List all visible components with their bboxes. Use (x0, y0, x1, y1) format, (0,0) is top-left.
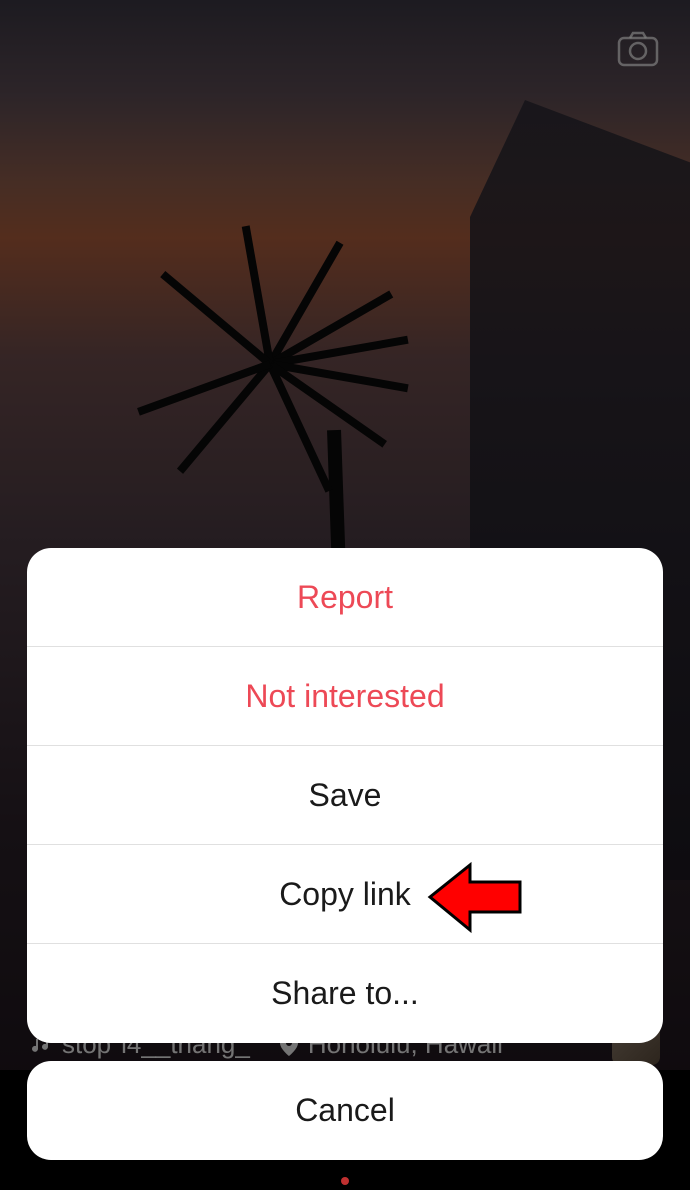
report-label: Report (297, 579, 393, 616)
cancel-button[interactable]: Cancel (27, 1061, 663, 1160)
save-label: Save (309, 777, 382, 814)
cancel-label: Cancel (295, 1092, 395, 1129)
copy-link-button[interactable]: Copy link (27, 845, 663, 944)
not-interested-label: Not interested (245, 678, 444, 715)
not-interested-button[interactable]: Not interested (27, 647, 663, 746)
report-button[interactable]: Report (27, 548, 663, 647)
action-sheet: Report Not interested Save Copy link Sha… (27, 548, 663, 1043)
save-button[interactable]: Save (27, 746, 663, 845)
pagination-dot (341, 1177, 349, 1185)
share-to-button[interactable]: Share to... (27, 944, 663, 1043)
copy-link-label: Copy link (279, 876, 411, 913)
share-to-label: Share to... (271, 975, 419, 1012)
